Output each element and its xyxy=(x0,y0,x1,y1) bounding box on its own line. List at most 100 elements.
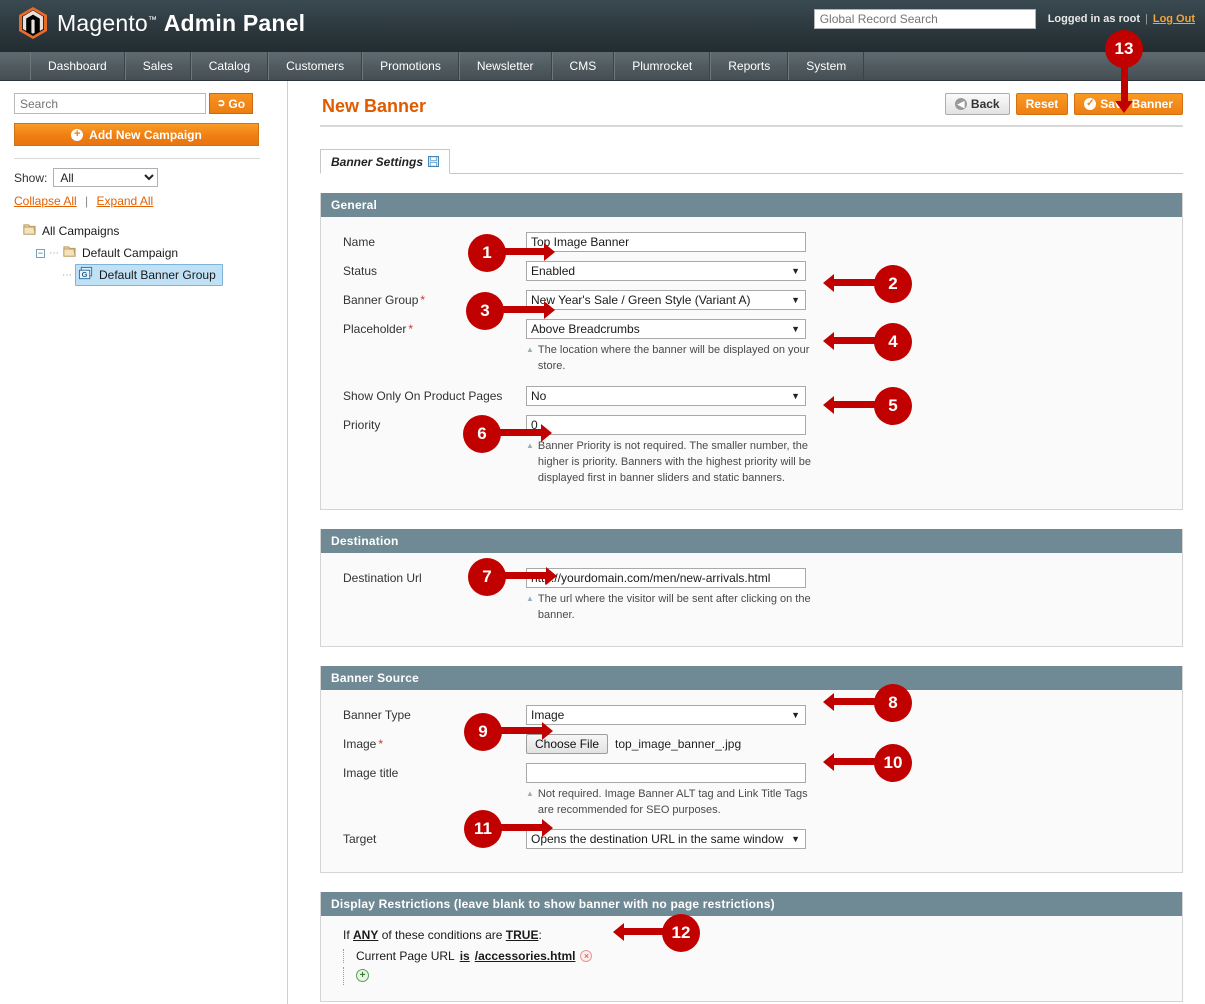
callout-3: 3 xyxy=(466,292,555,330)
section-destination-body: Destination Url ▲ The url where the visi… xyxy=(321,553,1182,646)
page-title: New Banner xyxy=(322,96,427,116)
sidebar-search-input[interactable] xyxy=(14,93,206,114)
section-display-restrictions: Display Restrictions (leave blank to sho… xyxy=(320,892,1183,1002)
status-select[interactable]: Enabled ▼ xyxy=(526,261,806,281)
section-banner-source-body: Banner Type Image ▼ Image * Choose File … xyxy=(321,690,1182,872)
tree-node-default-banner-group[interactable]: ⋯ G Default Banner Group xyxy=(14,264,271,286)
section-banner-source-title: Banner Source xyxy=(321,666,1182,690)
tree-expander-minus-icon[interactable]: − xyxy=(36,248,45,258)
nav-item-plumrocket[interactable]: Plumrocket xyxy=(614,52,711,80)
tree-controls: Collapse All | Expand All xyxy=(14,194,271,208)
callout-badge: 2 xyxy=(874,265,912,303)
callout-arrow-right xyxy=(497,424,552,442)
nav-item-catalog[interactable]: Catalog xyxy=(190,52,269,80)
tree-node-label: Default Campaign xyxy=(82,246,179,260)
show-filter-select[interactable]: All xyxy=(53,168,159,187)
nav-item-cms[interactable]: CMS xyxy=(551,52,615,80)
header-separator: | xyxy=(1144,13,1148,25)
image-title-input[interactable] xyxy=(526,763,806,783)
nav-item-dashboard[interactable]: Dashboard xyxy=(30,52,125,80)
field-label-text: Target xyxy=(343,832,377,846)
condition-value-link[interactable]: /accessories.html xyxy=(475,949,576,963)
collapse-all-link[interactable]: Collapse All xyxy=(14,194,77,208)
destination-url-input[interactable] xyxy=(526,568,806,588)
add-circle-icon[interactable]: + xyxy=(356,969,369,982)
chevron-down-icon: ▼ xyxy=(791,266,800,276)
nav-item-sales[interactable]: Sales xyxy=(124,52,191,80)
nav-item-reports[interactable]: Reports xyxy=(710,52,789,80)
callout-badge: 11 xyxy=(464,810,502,848)
callout-9: 9 xyxy=(464,713,553,751)
show-only-product-pages-select[interactable]: No ▼ xyxy=(526,386,806,406)
reset-button[interactable]: Reset xyxy=(1015,93,1069,115)
check-circle-icon: ✓ xyxy=(1084,98,1097,110)
tab-banner-settings[interactable]: Banner Settings xyxy=(320,149,451,174)
field-row-banner-type: Banner Type Image ▼ xyxy=(321,705,1182,725)
hint-text: Not required. Image Banner ALT tag and L… xyxy=(537,788,808,816)
brand-title: Magento™ Admin Panel xyxy=(57,10,305,37)
section-destination-title: Destination xyxy=(321,529,1182,553)
tree-node-default-campaign[interactable]: − ⋯ Default Campaign xyxy=(14,242,271,264)
restrictions-aggregator-link[interactable]: ANY xyxy=(353,928,378,942)
expand-all-link[interactable]: Expand All xyxy=(97,194,154,208)
image-file-name: top_image_banner_.jpg xyxy=(615,737,742,751)
header-divider xyxy=(320,125,1183,127)
callout-arrow-right xyxy=(502,243,555,261)
nav-item-customers[interactable]: Customers xyxy=(268,52,363,80)
nav-item-system[interactable]: System xyxy=(788,52,865,80)
field-label-text: Status xyxy=(343,264,378,278)
priority-input[interactable] xyxy=(526,415,806,435)
chevron-down-icon: ▼ xyxy=(791,324,800,334)
callout-arrow-left xyxy=(823,274,878,292)
logged-in-label: Logged in as root xyxy=(1047,13,1140,25)
logout-link[interactable]: Log Out xyxy=(1153,13,1195,25)
callout-badge: 6 xyxy=(463,415,501,453)
banner-group-icon: G xyxy=(78,266,94,284)
remove-circle-icon[interactable]: × xyxy=(580,950,593,962)
section-destination: Destination Destination Url ▲ The url wh… xyxy=(320,529,1183,647)
field-label-text: Placeholder xyxy=(343,322,407,336)
page-header: New Banner ◀ Back Reset ✓ Save Banner xyxy=(320,93,1183,117)
restrictions-value-link[interactable]: TRUE xyxy=(506,928,539,942)
field-label-text: Priority xyxy=(343,418,381,432)
sidebar: ➲ Go + Add New Campaign Show: All Collap… xyxy=(0,81,288,1004)
callout-10: 10 xyxy=(823,744,914,782)
condition-subject-label[interactable]: Current Page URL xyxy=(356,949,455,963)
show-filter-label: Show: xyxy=(14,170,48,185)
field-control-destination-url: ▲ The url where the visitor will be sent… xyxy=(526,568,1182,623)
add-new-campaign-button[interactable]: + Add New Campaign xyxy=(14,123,259,146)
brand-main-label: Magento xyxy=(57,9,148,36)
field-label-text: Banner Type xyxy=(343,708,411,722)
banner-type-select[interactable]: Image ▼ xyxy=(526,705,806,725)
back-button[interactable]: ◀ Back xyxy=(944,93,1010,115)
field-row-banner-group: Banner Group * New Year's Sale / Green St… xyxy=(321,290,1182,310)
nav-item-newsletter[interactable]: Newsletter xyxy=(458,52,552,80)
field-label-image-title: Image title xyxy=(321,763,526,783)
condition-operator-link[interactable]: is xyxy=(460,949,470,963)
callout-badge: 9 xyxy=(464,713,502,751)
placeholder-select[interactable]: Above Breadcrumbs ▼ xyxy=(526,319,806,339)
field-row-priority: Priority ▲ Banner Priority is not requir… xyxy=(321,415,1182,486)
callout-badge: 1 xyxy=(468,234,506,272)
field-label-text: Image xyxy=(343,737,377,751)
field-row-image: Image * Choose File top_image_banner_.jpg xyxy=(321,734,1182,754)
target-select[interactable]: Opens the destination URL in the same wi… xyxy=(526,829,806,849)
name-input[interactable] xyxy=(526,232,806,252)
callout-13: 13 xyxy=(1105,30,1145,130)
tree-node-all-campaigns[interactable]: All Campaigns xyxy=(14,220,271,242)
go-button-label: Go xyxy=(228,96,246,111)
hint-text: The url where the visitor will be sent a… xyxy=(537,593,811,621)
chevron-down-icon: ▼ xyxy=(791,295,800,305)
section-display-restrictions-title: Display Restrictions (leave blank to sho… xyxy=(321,892,1182,916)
restriction-add-row: + xyxy=(343,967,1182,985)
callout-number: 8 xyxy=(888,693,898,712)
banner-group-select[interactable]: New Year's Sale / Green Style (Variant A… xyxy=(526,290,806,310)
sidebar-go-button[interactable]: ➲ Go xyxy=(209,93,253,114)
brand-logo: Magento™ Admin Panel xyxy=(18,6,305,40)
destination-url-hint: ▲ The url where the visitor will be sent… xyxy=(526,591,816,623)
hint-text: Banner Priority is not required. The sma… xyxy=(537,440,812,484)
restrictions-colon: : xyxy=(538,928,542,942)
tree-node-selected[interactable]: G Default Banner Group xyxy=(75,264,223,286)
nav-item-promotions[interactable]: Promotions xyxy=(362,52,459,80)
global-record-search-input[interactable] xyxy=(813,9,1036,29)
